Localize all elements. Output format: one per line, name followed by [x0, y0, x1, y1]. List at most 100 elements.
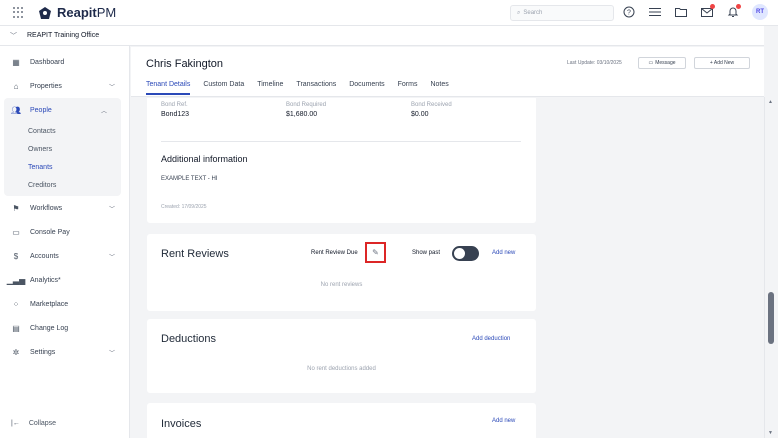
- sidebar-item-console-pay[interactable]: ▭ Console Pay: [0, 220, 129, 244]
- search-placeholder: Search: [523, 10, 543, 16]
- scroll-up-icon[interactable]: ▲: [768, 99, 773, 105]
- rent-reviews-title: Rent Reviews: [161, 248, 229, 260]
- home-icon: ⌂: [13, 81, 19, 91]
- sidebar-item-change-log[interactable]: ▤ Change Log: [0, 316, 129, 340]
- sidebar-item-label: Workflows: [30, 204, 63, 212]
- chevron-down-icon: ﹀: [10, 32, 17, 40]
- mail-notification-dot: [710, 4, 715, 9]
- sidebar-item-label: Settings: [30, 348, 56, 356]
- main-content: Bond Ref. Bond123 Bond Required $1,680.0…: [131, 98, 764, 438]
- pencil-icon: ✎: [372, 248, 379, 257]
- bell-notification-dot: [736, 4, 741, 9]
- bar-chart-icon: ▁▃▅: [6, 275, 26, 285]
- sidebar-item-properties[interactable]: ⌂ Properties ﹀: [0, 74, 129, 98]
- tab-transactions[interactable]: Transactions: [296, 81, 336, 95]
- bell-icon[interactable]: [726, 4, 741, 19]
- people-icon: 👥︎: [10, 105, 22, 115]
- tab-bar: Tenant Details Custom Data Timeline Tran…: [146, 81, 449, 95]
- top-bar: Reapit PM ⌕ Search ? RT: [0, 0, 778, 26]
- bond-required-value: $1,680.00: [286, 111, 318, 118]
- add-deduction-link[interactable]: Add deduction: [472, 336, 510, 342]
- collapse-label: Collapse: [28, 420, 57, 427]
- rent-review-due-label: Rent Review Due: [311, 250, 358, 256]
- people-group: 👥︎ People ︿ Contacts Owners Tenants Cred…: [4, 98, 121, 196]
- tab-documents[interactable]: Documents: [349, 81, 384, 95]
- help-icon[interactable]: ?: [622, 5, 636, 19]
- add-invoice-link[interactable]: Add new: [492, 418, 515, 424]
- app-logo[interactable]: Reapit PM: [39, 5, 116, 20]
- sidebar-item-marketplace[interactable]: ⁘ Marketplace: [0, 292, 129, 316]
- sidebar-item-analytics[interactable]: ▁▃▅ Analytics*: [0, 268, 129, 292]
- scrollbar[interactable]: ▲ ▼: [764, 97, 778, 438]
- sidebar-item-workflows[interactable]: ⚑ Workflows ﹀: [0, 196, 129, 220]
- sidebar-item-label: Accounts: [30, 252, 59, 260]
- created-date: Created: 17/09/2025: [161, 204, 207, 210]
- reapit-logo-icon: [39, 6, 51, 19]
- bond-ref: Bond Ref. Bond123: [161, 102, 286, 118]
- logo-suffix: PM: [96, 5, 117, 20]
- bond-card: Bond Ref. Bond123 Bond Required $1,680.0…: [147, 98, 536, 223]
- last-update: Last Update: 03/10/2025: [567, 60, 622, 66]
- rent-reviews-card: Rent Reviews Rent Review Due ✎ Show past…: [147, 234, 536, 311]
- app-launcher-icon[interactable]: [13, 6, 25, 19]
- scrollbar-thumb[interactable]: [768, 292, 774, 344]
- sidebar-subitem-owners[interactable]: Owners: [4, 140, 121, 158]
- chevron-down-icon: ﹀: [108, 85, 115, 91]
- sidebar-item-dashboard[interactable]: ▦ Dashboard: [0, 50, 129, 74]
- rent-reviews-empty: No rent reviews: [320, 282, 363, 288]
- divider: [161, 141, 521, 142]
- chevron-down-icon: ﹀: [108, 255, 115, 261]
- sidebar-item-label: Dashboard: [30, 58, 65, 66]
- user-avatar[interactable]: RT: [752, 4, 768, 20]
- tab-custom-data[interactable]: Custom Data: [203, 81, 244, 95]
- edit-rent-review-due-button[interactable]: ✎: [365, 242, 386, 263]
- bond-received-value: $0.00: [411, 111, 429, 118]
- bond-ref-value: Bond123: [161, 111, 190, 118]
- folder-icon[interactable]: [674, 5, 688, 19]
- svg-text:?: ?: [627, 10, 631, 17]
- chevron-down-icon: ﹀: [108, 351, 115, 357]
- message-button[interactable]: ▭ Message: [638, 57, 686, 69]
- mail-icon[interactable]: [700, 4, 715, 19]
- tab-notes[interactable]: Notes: [430, 81, 448, 95]
- tab-tenant-details[interactable]: Tenant Details: [146, 81, 191, 95]
- sidebar-item-label: Analytics*: [30, 276, 61, 284]
- sidebar-item-label: Change Log: [30, 324, 69, 332]
- office-selector[interactable]: ﹀ REAPIT Training Office: [0, 26, 778, 46]
- sidebar-subitem-tenants[interactable]: Tenants: [4, 158, 121, 176]
- bond-received-label: Bond Received: [411, 102, 452, 108]
- contact-header: Chris Fakington Last Update: 03/10/2025 …: [131, 47, 764, 97]
- flag-icon: ⚑: [12, 203, 20, 213]
- log-icon: ▤: [12, 323, 20, 333]
- toggle-knob: [454, 248, 465, 259]
- sidebar-item-accounts[interactable]: $ Accounts ﹀: [0, 244, 129, 268]
- scroll-down-icon[interactable]: ▼: [768, 430, 773, 436]
- dashboard-icon: ▦: [12, 57, 20, 67]
- show-past-toggle[interactable]: [452, 246, 479, 261]
- sidebar-item-label: People: [30, 106, 52, 114]
- apps-icon: ⁘: [12, 299, 20, 309]
- add-rent-review-link[interactable]: Add new: [492, 250, 515, 256]
- collapse-icon: |←: [11, 420, 20, 427]
- sidebar-subitem-creditors[interactable]: Creditors: [4, 176, 121, 194]
- sidebar-item-settings[interactable]: ✲ Settings ﹀: [0, 340, 129, 364]
- message-label: Message: [655, 60, 676, 66]
- search-input[interactable]: ⌕ Search: [510, 5, 614, 21]
- sidebar-item-people[interactable]: 👥︎ People ︿: [4, 98, 121, 122]
- deductions-empty: No rent deductions added: [307, 366, 376, 372]
- logo-name: Reapit: [57, 5, 97, 20]
- sidebar-subitem-contacts[interactable]: Contacts: [4, 122, 121, 140]
- top-icons: ? RT: [622, 4, 768, 20]
- show-past-label: Show past: [412, 250, 441, 256]
- add-new-button[interactable]: + Add New: [694, 57, 750, 69]
- invoices-card: Invoices Add new: [147, 403, 536, 438]
- menu-icon[interactable]: [648, 5, 662, 19]
- tab-timeline[interactable]: Timeline: [257, 81, 283, 95]
- sidebar-item-label: Console Pay: [30, 228, 70, 236]
- invoices-title: Invoices: [161, 418, 202, 430]
- tab-forms[interactable]: Forms: [398, 81, 418, 95]
- office-name: REAPIT Training Office: [27, 32, 100, 39]
- page-title: Chris Fakington: [146, 58, 224, 70]
- chat-icon: ▭: [648, 60, 654, 66]
- collapse-button[interactable]: |← Collapse: [11, 420, 56, 427]
